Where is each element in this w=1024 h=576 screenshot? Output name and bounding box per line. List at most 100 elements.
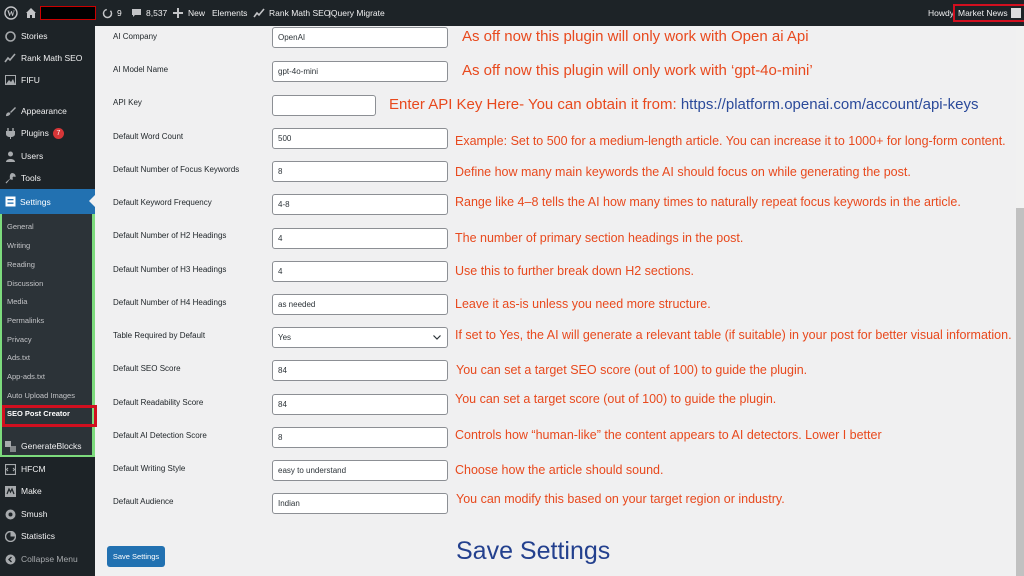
comments-link[interactable]: 8,537 [131,0,167,26]
sidebar-item-smush[interactable]: Smush [0,504,95,524]
admin-sidebar: Stories Rank Math SEO FIFU Appearance Pl… [0,26,95,576]
sidebar-item-label: Tools [21,173,41,183]
sidebar-item-users[interactable]: Users [0,146,95,166]
h3-headings-input[interactable]: 4 [272,261,448,282]
elements-link[interactable]: Elements [212,0,247,26]
field-label-h2-headings: Default Number of H2 Headings [113,231,227,240]
avatar [1010,8,1021,18]
rankmath-label: Rank Math SEO [269,8,331,18]
writing-style-input[interactable]: easy to understand [272,460,448,481]
new-label: New [188,8,206,18]
submenu-auto-upload-images[interactable]: Auto Upload Images [7,391,75,400]
ai-company-input[interactable]: OpenAI [272,27,448,48]
rankmath-icon [4,53,16,63]
submenu-media[interactable]: Media [7,297,27,306]
submenu-writing[interactable]: Writing [7,241,30,250]
sidebar-item-label: Statistics [21,531,56,541]
rankmath-icon [253,8,265,18]
sidebar-item-tools[interactable]: Tools [0,168,95,188]
readability-score-note: You can set a target score (out of 100) … [455,392,777,406]
api-key-note-text: Enter API Key Here- You can obtain it fr… [389,96,681,113]
wordpress-logo-icon[interactable]: W [4,0,18,26]
image-icon [4,75,16,85]
field-label-focus-keywords: Default Number of Focus Keywords [113,165,240,174]
field-label-audience: Default Audience [113,497,174,506]
users-icon [5,151,15,162]
seo-score-input[interactable]: 84 [272,360,448,381]
sidebar-item-generateblocks[interactable]: GenerateBlocks [0,436,95,456]
ai-detection-score-input[interactable]: 8 [272,427,448,448]
table-required-selected: Yes [278,333,292,342]
submenu-app-ads-txt[interactable]: App-ads.txt [7,372,45,381]
sidebar-item-label: Plugins [21,128,49,138]
svg-text:W: W [7,9,15,18]
sidebar-item-plugins[interactable]: Plugins 7 [0,123,95,143]
submenu-permalinks[interactable]: Permalinks [7,316,44,325]
focus-keywords-input[interactable]: 8 [272,161,448,182]
keyword-frequency-input[interactable]: 4-8 [272,194,448,215]
make-icon [4,485,16,497]
site-name-redacted[interactable] [40,6,96,20]
save-settings-button[interactable]: Save Settings [107,546,165,567]
sidebar-item-rankmath[interactable]: Rank Math SEO [0,48,95,68]
comments-count: 8,537 [146,8,168,18]
ai-model-name-input[interactable]: gpt-4o-mini [272,61,448,82]
submenu-reading[interactable]: Reading [7,260,35,269]
ai-detection-score-note: Controls how “human-like” the content ap… [455,428,882,442]
chevron-down-icon [433,335,441,340]
jquery-migrate-link[interactable]: jQuery Migrate [329,0,385,26]
word-count-input[interactable]: 500 [272,128,448,149]
submenu-ads-txt[interactable]: Ads.txt [7,353,30,362]
admin-bar: W 9 8,537 New Elements Rank Math SEO jQu… [0,0,1024,26]
audience-input[interactable]: Indian [272,493,448,514]
h4-headings-note: Leave it as-is unless you need more stru… [455,297,711,311]
sidebar-item-label: Stories [21,31,48,41]
field-label-api-key: API Key [113,98,142,107]
user-account-menu[interactable]: Market News [953,4,1024,22]
sidebar-item-label: FIFU [21,75,40,85]
refresh-icon [102,8,113,18]
readability-score-input[interactable]: 84 [272,394,448,415]
focus-keywords-note: Define how many main keywords the AI sho… [455,165,911,179]
rankmath-link[interactable]: Rank Math SEO [253,0,330,26]
submenu-discussion[interactable]: Discussion [7,279,43,288]
openai-api-keys-link[interactable]: https://platform.openai.com/account/api-… [681,96,979,113]
word-count-note: Example: Set to 500 for a medium-length … [455,134,1006,148]
howdy-label: Howdy, [928,8,956,18]
sidebar-item-collapse-menu[interactable]: Collapse Menu [0,549,95,569]
sidebar-item-label: Settings [20,196,51,207]
plugins-update-badge: 7 [52,127,64,139]
sidebar-item-statistics[interactable]: Statistics [0,526,95,546]
writing-style-note: Choose how the article should sound. [455,463,664,477]
table-required-select[interactable]: Yes [272,327,448,348]
new-content-link[interactable]: New [173,0,205,26]
field-label-ai-detection-score: Default AI Detection Score [113,431,207,440]
sidebar-item-stories[interactable]: Stories [0,26,95,46]
save-settings-heading: Save Settings [456,537,611,565]
sidebar-item-hfcm[interactable]: HFCM [0,459,95,479]
collapse-icon [5,554,15,564]
field-label-keyword-frequency: Default Keyword Frequency [113,198,212,207]
submenu-general[interactable]: General [7,222,34,231]
sidebar-item-settings[interactable]: Settings [0,189,95,214]
api-key-note: Enter API Key Here- You can obtain it fr… [389,96,978,113]
home-icon[interactable] [25,0,37,26]
submenu-privacy[interactable]: Privacy [7,335,32,344]
field-label-h4-headings: Default Number of H4 Headings [113,298,227,307]
sidebar-item-appearance[interactable]: Appearance [0,101,95,121]
scrollbar-thumb[interactable] [1016,208,1024,576]
api-key-input[interactable] [272,95,376,116]
h2-headings-input[interactable]: 4 [272,228,448,249]
sidebar-item-label: Rank Math SEO [21,53,83,63]
sidebar-item-make[interactable]: Make [0,481,95,501]
updates-link[interactable]: 9 [102,0,122,26]
current-menu-arrow [89,195,95,207]
sidebar-item-label: Smush [21,509,48,519]
field-label-seo-score: Default SEO Score [113,364,181,373]
field-label-h3-headings: Default Number of H3 Headings [113,265,227,274]
sidebar-item-fifu[interactable]: FIFU [0,70,95,90]
comment-icon [132,8,141,17]
plus-icon [173,8,183,18]
h4-headings-input[interactable]: as needed [272,294,448,315]
field-label-readability-score: Default Readability Score [113,398,204,407]
